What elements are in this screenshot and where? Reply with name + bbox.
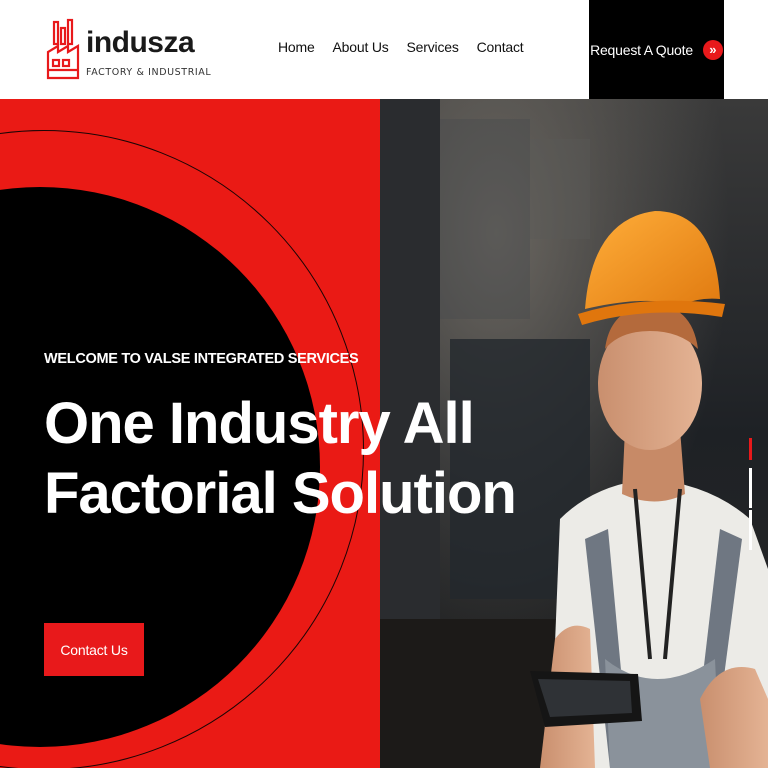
double-chevron-right-icon: » [702, 39, 723, 60]
brand-tagline: FACTORY & INDUSTRIAL [86, 67, 212, 78]
hero-headline: One Industry All Factorial Solution [44, 389, 517, 529]
hero-headline-line2: Factorial Solution [44, 461, 517, 526]
brand-name: indusza [86, 26, 195, 59]
brand-logo[interactable]: indusza FACTORY & INDUSTRIAL [46, 18, 211, 84]
nav-services[interactable]: Services [407, 39, 459, 55]
nav-home[interactable]: Home [278, 39, 315, 55]
hero-eyebrow: WELCOME TO VALSE INTEGRATED SERVICES [44, 351, 359, 367]
hero-headline-line1: One Industry All [44, 391, 475, 456]
hero-section: WELCOME TO VALSE INTEGRATED SERVICES One… [0, 99, 768, 768]
site-header: indusza FACTORY & INDUSTRIAL Home About … [0, 0, 768, 99]
slider-dot[interactable] [749, 468, 752, 508]
nav-contact[interactable]: Contact [477, 39, 524, 55]
slider-dot[interactable] [749, 510, 752, 550]
slider-pagination [749, 438, 753, 550]
request-quote-label: Request A Quote [590, 41, 693, 58]
request-quote-button[interactable]: Request A Quote » [589, 0, 724, 99]
slider-dot-active[interactable] [749, 438, 752, 460]
factory-icon [46, 18, 80, 80]
nav-about-us[interactable]: About Us [333, 39, 389, 55]
contact-us-button[interactable]: Contact Us [44, 623, 144, 676]
main-nav: Home About Us Services Contact [278, 39, 524, 55]
